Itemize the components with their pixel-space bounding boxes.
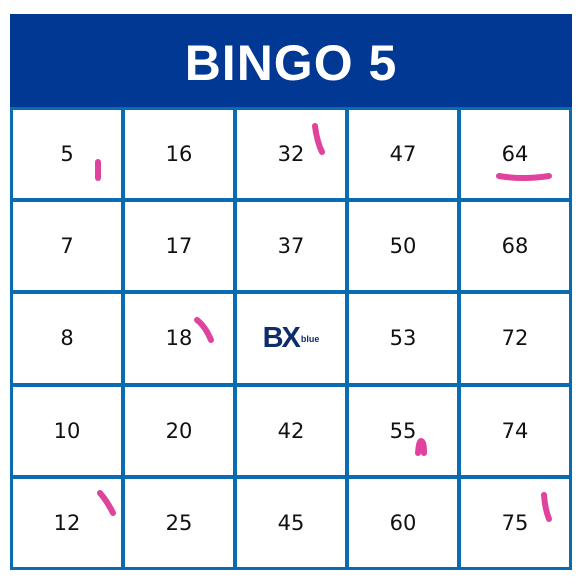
cell-r2c4[interactable]: 50 (349, 202, 457, 291)
cell-number: 42 (277, 418, 305, 443)
cell-r3c4[interactable]: 53 (349, 294, 457, 383)
pen-mark (496, 173, 552, 181)
cell-r5c2[interactable]: 25 (125, 478, 233, 567)
bx-blue-logo: BX blue (262, 321, 320, 354)
cell-r2c1[interactable]: 7 (13, 202, 121, 291)
cell-number: 20 (165, 418, 193, 443)
logo-sub-text: blue (300, 333, 320, 344)
cell-r2c5[interactable]: 68 (461, 202, 569, 291)
logo-main-text: BX (262, 321, 301, 354)
cell-number: 8 (60, 326, 74, 351)
cell-r3c5[interactable]: 72 (461, 294, 569, 383)
cell-number: 47 (389, 142, 417, 167)
cell-number: 37 (277, 234, 305, 259)
cell-number: 68 (501, 234, 529, 259)
cell-number: 25 (165, 510, 193, 535)
cell-number: 12 (53, 510, 81, 535)
cell-r3c2[interactable]: 18 (125, 294, 233, 383)
cell-r4c2[interactable]: 20 (125, 386, 233, 475)
cell-number: 45 (277, 510, 305, 535)
cell-number: 64 (501, 142, 529, 167)
cell-r4c4[interactable]: 55 (349, 386, 457, 475)
cell-r2c3[interactable]: 37 (237, 202, 345, 291)
cell-r1c1[interactable]: 5 (13, 110, 121, 199)
pen-mark (95, 159, 101, 181)
cell-number: 55 (389, 418, 417, 443)
cell-r1c2[interactable]: 16 (125, 110, 233, 199)
cell-number: 7 (60, 234, 74, 259)
cell-number: 72 (501, 326, 529, 351)
pen-mark (97, 489, 116, 516)
cell-number: 75 (501, 510, 529, 535)
cell-number: 5 (60, 142, 74, 167)
cell-free-space[interactable]: BX blue (237, 294, 345, 383)
cell-r1c3[interactable]: 32 (237, 110, 345, 199)
pen-mark (194, 317, 214, 344)
cell-r1c4[interactable]: 47 (349, 110, 457, 199)
card-title: BINGO 5 (184, 35, 398, 91)
cell-r4c5[interactable]: 74 (461, 386, 569, 475)
cell-number: 50 (389, 234, 417, 259)
pen-mark (541, 491, 552, 522)
bingo-card: BINGO 5 5 16 32 47 64 7 17 37 50 68 8 18… (10, 14, 572, 570)
cell-r4c1[interactable]: 10 (13, 386, 121, 475)
cell-number: 18 (165, 326, 193, 351)
cell-number: 32 (277, 142, 305, 167)
cell-r5c4[interactable]: 60 (349, 478, 457, 567)
cell-number: 53 (389, 326, 417, 351)
cell-number: 17 (165, 234, 193, 259)
cell-number: 60 (389, 510, 417, 535)
cell-r3c1[interactable]: 8 (13, 294, 121, 383)
cell-number: 16 (165, 142, 193, 167)
cell-number: 10 (53, 418, 81, 443)
cell-r2c2[interactable]: 17 (125, 202, 233, 291)
pen-mark (312, 123, 325, 155)
cell-r5c1[interactable]: 12 (13, 478, 121, 567)
cell-number: 74 (501, 418, 529, 443)
bingo-grid: 5 16 32 47 64 7 17 37 50 68 8 18 BX blue… (10, 107, 572, 570)
cell-r4c3[interactable]: 42 (237, 386, 345, 475)
cell-r1c5[interactable]: 64 (461, 110, 569, 199)
card-header: BINGO 5 (10, 14, 572, 110)
cell-r5c3[interactable]: 45 (237, 478, 345, 567)
cell-r5c5[interactable]: 75 (461, 478, 569, 567)
